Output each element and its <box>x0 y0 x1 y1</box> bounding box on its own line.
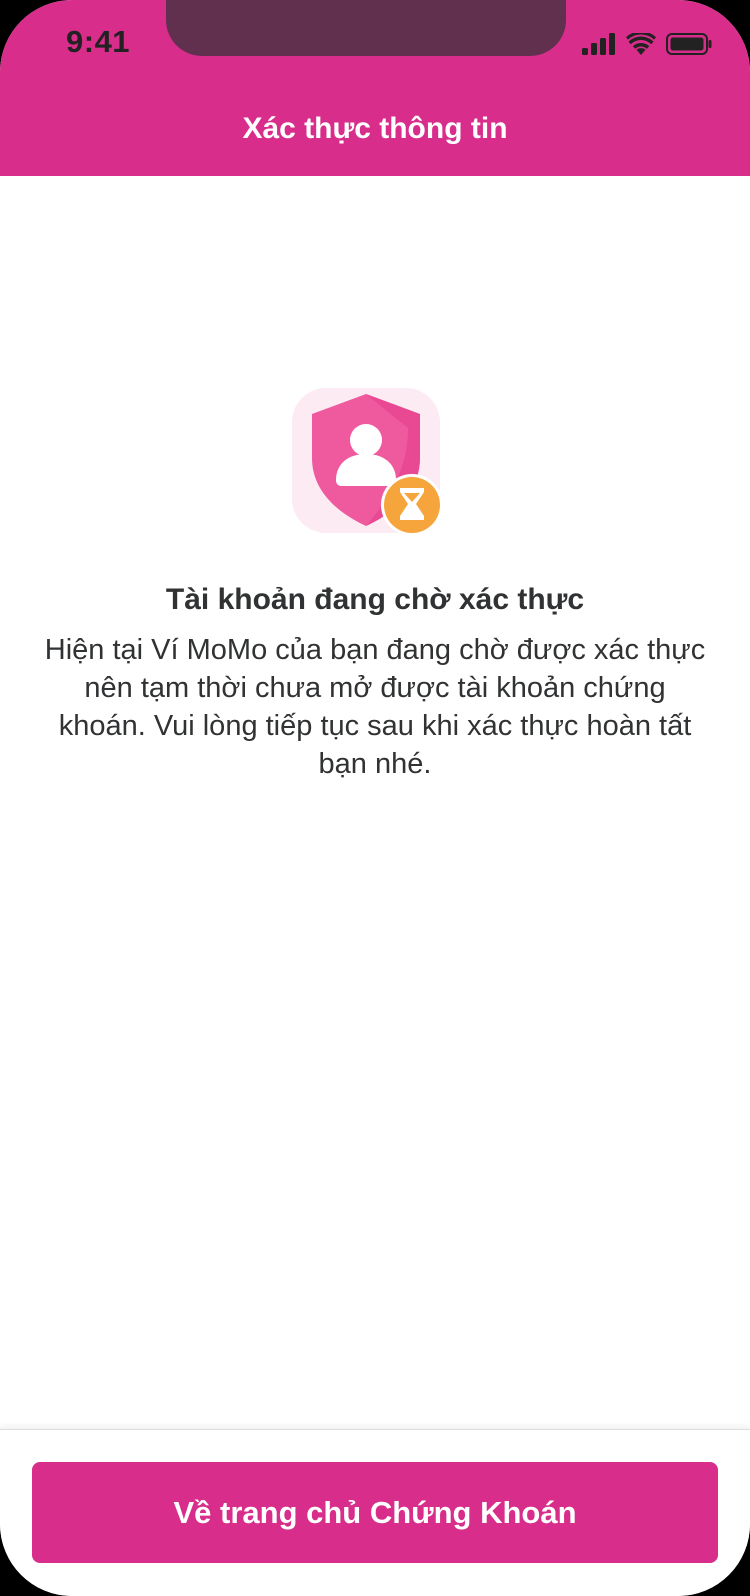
status-message-body: Hiện tại Ví MoMo của bạn đang chờ được x… <box>44 634 706 780</box>
wifi-icon <box>626 33 656 55</box>
status-message-title: Tài khoản đang chờ xác thực <box>165 583 585 616</box>
device-notch <box>166 0 566 56</box>
shield-user-pending-icon <box>292 388 462 558</box>
back-to-securities-home-button[interactable]: Về trang chủ Chứng Khoán <box>32 1462 718 1563</box>
status-icons <box>582 30 712 58</box>
status-time: 9:41 <box>66 24 131 59</box>
signal-icon <box>582 33 616 55</box>
page-title: Xác thực thông tin <box>242 112 508 145</box>
battery-icon <box>666 33 712 55</box>
app-screen: 9:41 Xác thực thông tin Tài khoản đang c… <box>0 0 750 1596</box>
header-bar: 9:41 Xác thực thông tin <box>0 0 750 176</box>
footer-bar: Về trang chủ Chứng Khoán <box>0 1429 750 1596</box>
